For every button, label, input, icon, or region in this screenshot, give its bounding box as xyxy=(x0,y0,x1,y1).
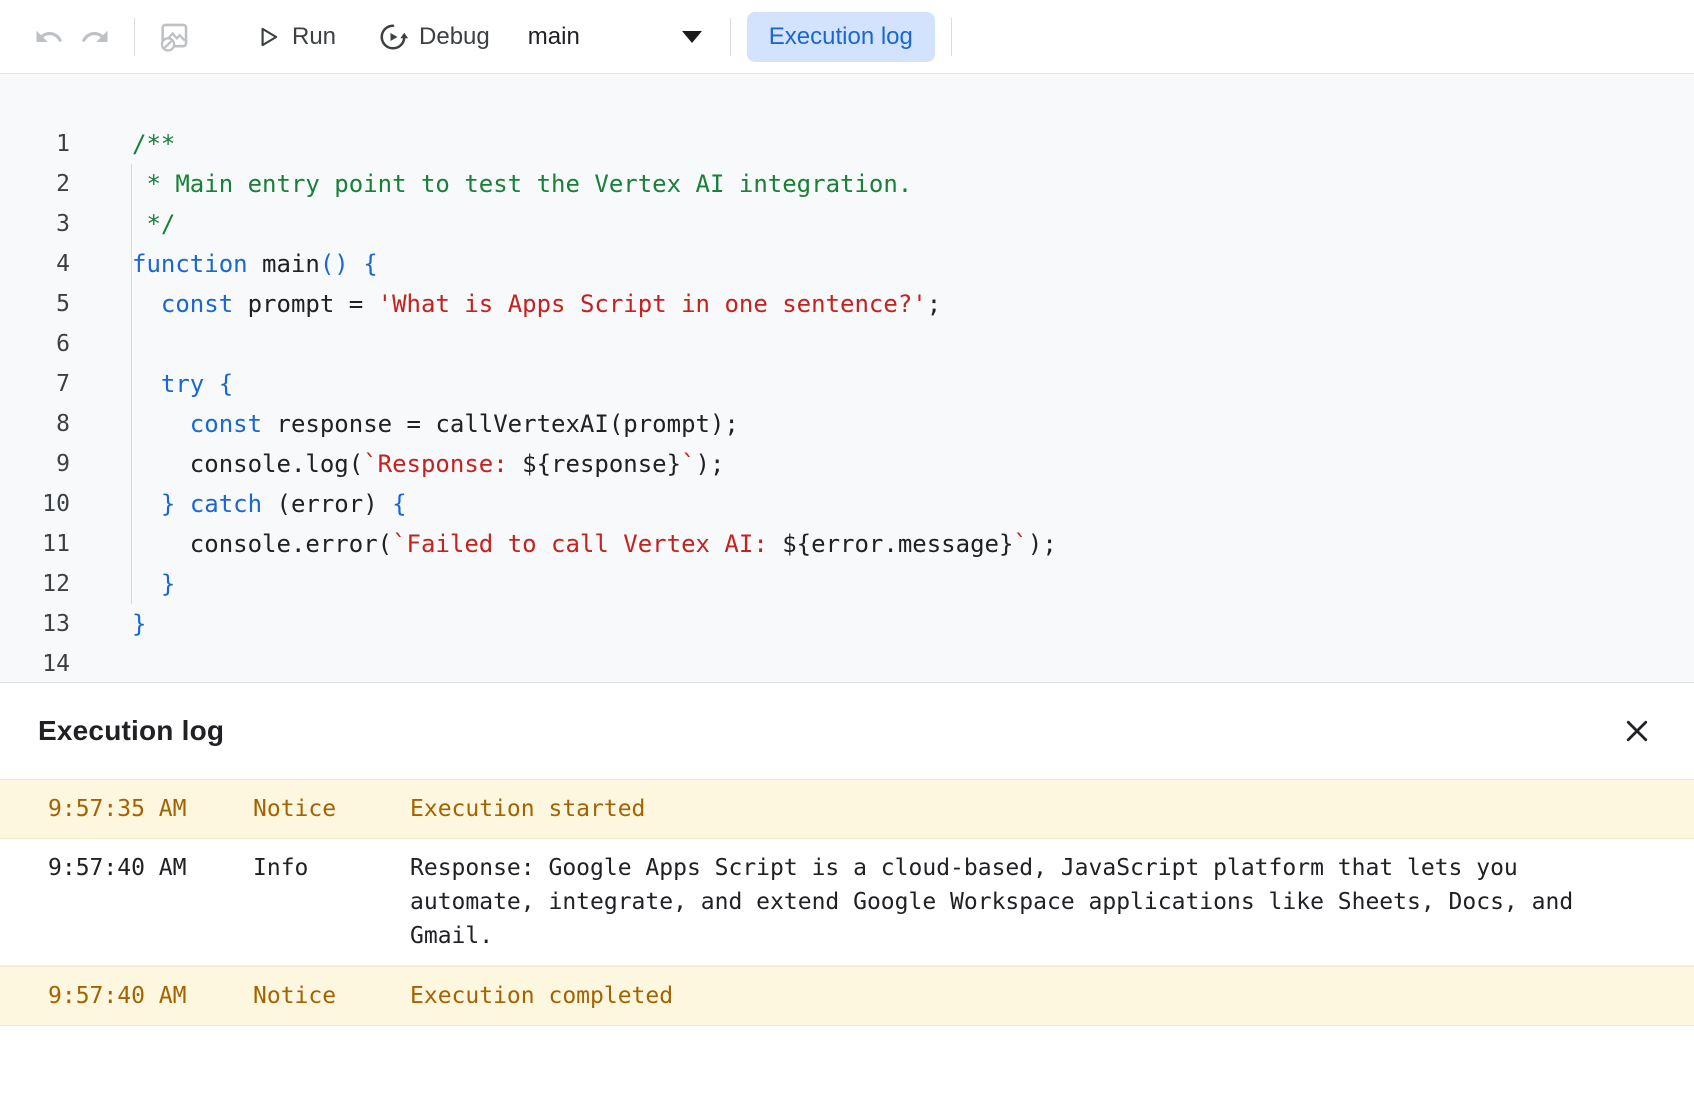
log-row: 9:57:40 AM Notice Execution completed xyxy=(0,966,1694,1026)
line-number: 5 xyxy=(0,284,70,324)
toolbar: Run Debug main Execution log xyxy=(0,0,1694,74)
log-timestamp: 9:57:35 AM xyxy=(48,792,253,826)
chevron-down-icon xyxy=(682,31,702,43)
code-text[interactable]: } xyxy=(70,564,175,604)
log-row: 9:57:40 AM Info Response: Google Apps Sc… xyxy=(0,839,1694,966)
code-line: 9 console.log(`Response: ${response}`); xyxy=(0,444,1694,484)
debug-label: Debug xyxy=(419,23,490,51)
execution-log-header: Execution log xyxy=(0,683,1694,779)
undo-button[interactable] xyxy=(26,14,72,60)
code-line: 4 function main() { xyxy=(0,244,1694,284)
run-label: Run xyxy=(292,23,336,51)
code-text[interactable]: } catch (error) { xyxy=(70,484,407,524)
code-line: 12 } xyxy=(0,564,1694,604)
undo-icon xyxy=(34,22,64,52)
indent-guide xyxy=(131,164,132,604)
line-number: 14 xyxy=(0,644,70,682)
code-line: 2 * Main entry point to test the Vertex … xyxy=(0,164,1694,204)
code-editor[interactable]: 1 /** 2 * Main entry point to test the V… xyxy=(0,74,1694,682)
code-line: 6 xyxy=(0,324,1694,364)
code-line: 14 xyxy=(0,644,1694,682)
line-number: 8 xyxy=(0,404,70,444)
code-text[interactable]: } xyxy=(70,604,146,644)
log-message: Execution completed xyxy=(410,979,1580,1013)
save-status-icon xyxy=(157,20,191,54)
code-line: 7 try { xyxy=(0,364,1694,404)
execution-log-title: Execution log xyxy=(38,715,224,747)
code-text[interactable]: * Main entry point to test the Vertex AI… xyxy=(70,164,912,204)
code-text[interactable]: function main() { xyxy=(70,244,378,284)
log-timestamp: 9:57:40 AM xyxy=(48,851,253,885)
log-level: Notice xyxy=(253,979,410,1013)
toolbar-divider xyxy=(730,18,731,56)
code-line: 10 } catch (error) { xyxy=(0,484,1694,524)
line-number: 11 xyxy=(0,524,70,564)
log-timestamp: 9:57:40 AM xyxy=(48,979,253,1013)
log-level: Notice xyxy=(253,792,410,826)
log-row: 9:57:35 AM Notice Execution started xyxy=(0,779,1694,839)
line-number: 4 xyxy=(0,244,70,284)
log-message: Execution started xyxy=(410,792,1580,826)
code-lines-container: 1 /** 2 * Main entry point to test the V… xyxy=(0,124,1694,682)
code-line: 13 } xyxy=(0,604,1694,644)
toolbar-divider xyxy=(951,18,952,56)
run-icon xyxy=(255,24,281,50)
function-selector-dropdown[interactable]: main xyxy=(516,14,714,60)
code-text[interactable]: const response = callVertexAI(prompt); xyxy=(70,404,739,444)
code-line: 5 const prompt = 'What is Apps Script in… xyxy=(0,284,1694,324)
log-message: Response: Google Apps Script is a cloud-… xyxy=(410,851,1580,953)
toolbar-divider xyxy=(134,18,135,56)
code-text[interactable] xyxy=(70,644,132,682)
code-line: 8 const response = callVertexAI(prompt); xyxy=(0,404,1694,444)
line-number: 10 xyxy=(0,484,70,524)
save-status-button[interactable] xyxy=(151,14,197,60)
run-button[interactable]: Run xyxy=(243,14,348,60)
line-number: 3 xyxy=(0,204,70,244)
code-text[interactable]: try { xyxy=(70,364,233,404)
code-text[interactable]: console.error(`Failed to call Vertex AI:… xyxy=(70,524,1057,564)
code-text[interactable]: console.log(`Response: ${response}`); xyxy=(70,444,724,484)
line-number: 12 xyxy=(0,564,70,604)
close-log-button[interactable] xyxy=(1614,708,1660,754)
execution-log-button[interactable]: Execution log xyxy=(747,12,935,62)
log-level: Info xyxy=(253,851,410,885)
line-number: 9 xyxy=(0,444,70,484)
code-line: 1 /** xyxy=(0,124,1694,164)
selected-function-label: main xyxy=(528,23,580,51)
code-text[interactable]: const prompt = 'What is Apps Script in o… xyxy=(70,284,941,324)
code-line: 3 */ xyxy=(0,204,1694,244)
debug-button[interactable]: Debug xyxy=(366,13,502,61)
redo-button[interactable] xyxy=(72,14,118,60)
close-icon xyxy=(1622,716,1652,746)
code-text[interactable]: */ xyxy=(70,204,175,244)
line-number: 7 xyxy=(0,364,70,404)
execution-log-panel: Execution log 9:57:35 AM Notice Executio… xyxy=(0,682,1694,1026)
log-rows-container: 9:57:35 AM Notice Execution started 9:57… xyxy=(0,779,1694,1026)
debug-icon xyxy=(378,22,408,52)
code-line: 11 console.error(`Failed to call Vertex … xyxy=(0,524,1694,564)
redo-icon xyxy=(80,22,110,52)
apps-script-editor: Run Debug main Execution log 1 /** 2 * M… xyxy=(0,0,1694,1098)
line-number: 6 xyxy=(0,324,70,364)
line-number: 1 xyxy=(0,124,70,164)
code-text[interactable] xyxy=(70,324,132,364)
line-number: 2 xyxy=(0,164,70,204)
line-number: 13 xyxy=(0,604,70,644)
code-text[interactable]: /** xyxy=(70,124,175,164)
